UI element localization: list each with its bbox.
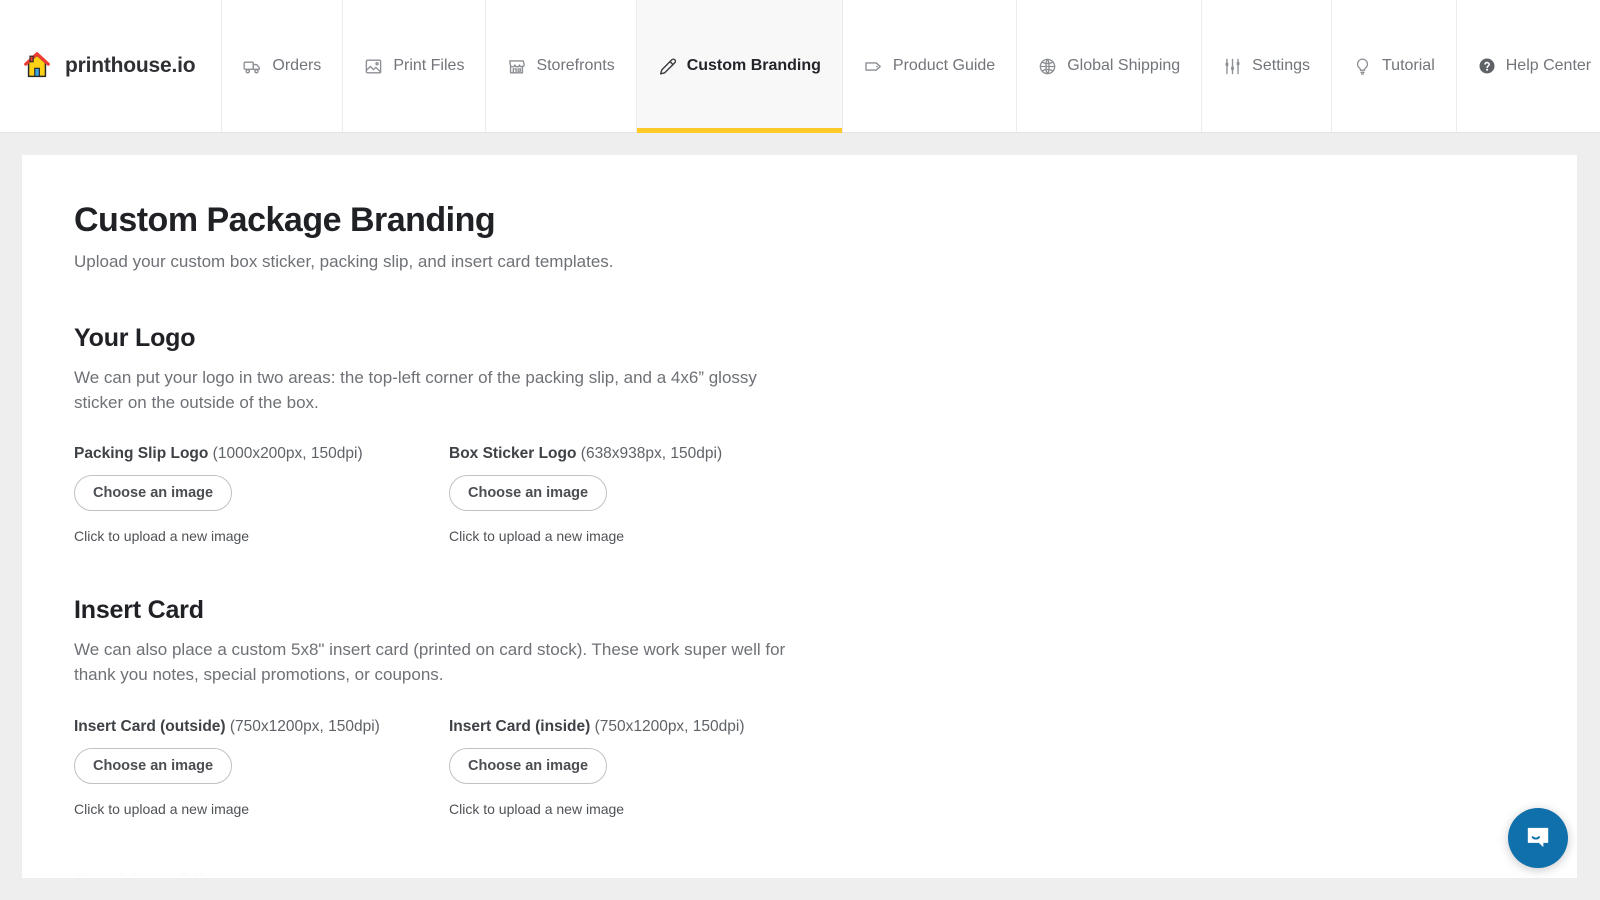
- nav-tab-storefronts[interactable]: Storefronts: [486, 0, 636, 132]
- upload-label: Packing Slip Logo (1000x200px, 150dpi): [74, 445, 449, 463]
- upload-row: Packing Slip Logo (1000x200px, 150dpi) C…: [74, 445, 1525, 544]
- section-title: Your Logo: [74, 324, 1525, 353]
- nav-tab-tutorial[interactable]: Tutorial: [1332, 0, 1457, 132]
- upload-label-name: Packing Slip Logo: [74, 445, 208, 462]
- upload-label-name: Box Sticker Logo: [449, 445, 576, 462]
- section-title: Insert Card: [74, 596, 1525, 625]
- nav-tab-product-guide[interactable]: Product Guide: [843, 0, 1017, 132]
- sliders-icon: [1223, 57, 1242, 76]
- choose-image-button[interactable]: Choose an image: [449, 475, 607, 511]
- image-icon: [364, 57, 383, 76]
- upload-hint: Click to upload a new image: [449, 801, 824, 817]
- section-packing-slip: Packing Slip If you would instead like t…: [74, 869, 1525, 878]
- nav-tab-label: Custom Branding: [687, 57, 821, 75]
- upload-hint: Click to upload a new image: [449, 528, 824, 544]
- upload-label: Insert Card (outside) (750x1200px, 150dp…: [74, 718, 449, 736]
- upload-hint: Click to upload a new image: [74, 528, 449, 544]
- page-subtitle: Upload your custom box sticker, packing …: [74, 252, 1525, 272]
- nav-tab-print-files[interactable]: Print Files: [343, 0, 486, 132]
- upload-hint: Click to upload a new image: [74, 801, 449, 817]
- choose-image-button[interactable]: Choose an image: [449, 748, 607, 784]
- section-description: We can also place a custom 5x8" insert c…: [74, 638, 789, 687]
- upload-label-spec: (750x1200px, 150dpi): [595, 718, 745, 735]
- nav-tab-help-center[interactable]: Help Center: [1457, 0, 1600, 132]
- choose-image-button[interactable]: Choose an image: [74, 748, 232, 784]
- nav-tab-settings[interactable]: Settings: [1202, 0, 1332, 132]
- nav-tab-orders[interactable]: Orders: [222, 0, 343, 132]
- upload-label-spec: (638x938px, 150dpi): [581, 445, 722, 462]
- section-title: Packing Slip: [74, 869, 1525, 878]
- nav-tab-label: Print Files: [393, 57, 464, 75]
- upload-label-spec: (1000x200px, 150dpi): [213, 445, 363, 462]
- choose-image-button[interactable]: Choose an image: [74, 475, 232, 511]
- content-card: Custom Package Branding Upload your cust…: [22, 155, 1577, 878]
- upload-field-box-sticker-logo: Box Sticker Logo (638x938px, 150dpi) Cho…: [449, 445, 824, 544]
- lightbulb-icon: [1353, 57, 1372, 76]
- section-insert-card: Insert Card We can also place a custom 5…: [74, 596, 1525, 816]
- section-your-logo: Your Logo We can put your logo in two ar…: [74, 324, 1525, 544]
- brand-logo[interactable]: printhouse.io: [0, 0, 222, 132]
- house-icon: [22, 51, 52, 81]
- upload-field-insert-card-inside: Insert Card (inside) (750x1200px, 150dpi…: [449, 718, 824, 817]
- nav-tab-label: Product Guide: [893, 57, 995, 75]
- truck-icon: [243, 57, 262, 76]
- nav-tab-label: Global Shipping: [1067, 57, 1180, 75]
- upload-label-spec: (750x1200px, 150dpi): [230, 718, 380, 735]
- section-description: We can put your logo in two areas: the t…: [74, 366, 789, 415]
- page-body: Custom Package Branding Upload your cust…: [0, 133, 1600, 900]
- upload-field-insert-card-outside: Insert Card (outside) (750x1200px, 150dp…: [74, 718, 449, 817]
- page-title: Custom Package Branding: [74, 201, 1525, 240]
- upload-field-packing-slip-logo: Packing Slip Logo (1000x200px, 150dpi) C…: [74, 445, 449, 544]
- nav-tab-label: Tutorial: [1382, 57, 1435, 75]
- nav-tab-label: Storefronts: [536, 57, 614, 75]
- brand-name: printhouse.io: [65, 54, 195, 78]
- nav-tab-label: Orders: [272, 57, 321, 75]
- nav-tab-label: Settings: [1252, 57, 1310, 75]
- nav-tab-label: Help Center: [1506, 57, 1591, 75]
- upload-label-name: Insert Card (inside): [449, 718, 590, 735]
- upload-label: Insert Card (inside) (750x1200px, 150dpi…: [449, 718, 824, 736]
- pencil-icon: [658, 57, 677, 76]
- tag-icon: [864, 57, 883, 76]
- upload-row: Insert Card (outside) (750x1200px, 150dp…: [74, 718, 1525, 817]
- chat-launcher-button[interactable]: [1508, 808, 1568, 868]
- upload-label: Box Sticker Logo (638x938px, 150dpi): [449, 445, 824, 463]
- chat-bubble-icon: [1523, 823, 1553, 853]
- storefront-icon: [507, 57, 526, 76]
- globe-icon: [1038, 57, 1057, 76]
- nav-tab-custom-branding[interactable]: Custom Branding: [637, 0, 843, 132]
- nav-tab-global-shipping[interactable]: Global Shipping: [1017, 0, 1202, 132]
- question-icon: [1478, 57, 1496, 75]
- top-navigation-bar: printhouse.io Orders Print Files: [0, 0, 1600, 133]
- upload-label-name: Insert Card (outside): [74, 718, 226, 735]
